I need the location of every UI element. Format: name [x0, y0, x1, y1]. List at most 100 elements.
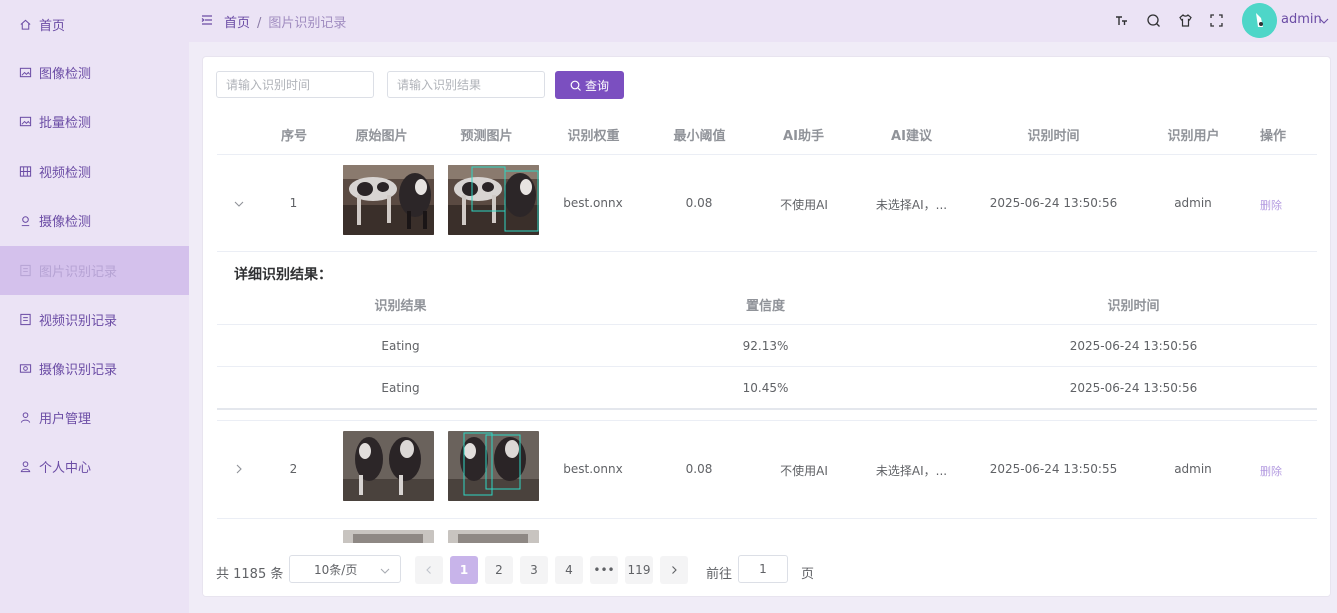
original-image-thumbnail[interactable] [343, 431, 434, 501]
detail-column-header: 识别时间 [1107, 299, 1160, 314]
sidebar-item-image-records[interactable]: 图片识别记录 [0, 246, 189, 295]
menu-toggle-icon[interactable] [201, 14, 213, 26]
row-suggestion: 未选择AI，... [875, 198, 948, 212]
detail-title: 详细识别结果： [234, 267, 332, 283]
sidebar-item-user-management[interactable]: 用户管理 [0, 393, 189, 442]
row-index: 1 [289, 196, 298, 210]
more-pages-button[interactable]: ••• [590, 556, 618, 584]
sidebar: 首页 图像检测 批量检测 视频检测 摄像检测 图片识别记录 视频识别记录 摄像识… [0, 0, 189, 613]
sidebar-item-video-records[interactable]: 视频识别记录 [0, 295, 189, 344]
row-index: 2 [289, 462, 298, 476]
sidebar-item-profile[interactable]: 个人中心 [0, 442, 189, 491]
column-header: 最小阈值 [673, 129, 726, 144]
home-icon [18, 18, 32, 32]
delete-button[interactable]: 删除 [1255, 197, 1287, 213]
next-page-button[interactable] [660, 556, 688, 584]
detail-time: 2025-06-24 13:50:56 [1069, 381, 1198, 395]
column-header: 操作 [1259, 129, 1286, 144]
chevron-right-icon[interactable] [233, 463, 245, 475]
sidebar-item-camera-records[interactable]: 摄像识别记录 [0, 344, 189, 393]
row-ai: 不使用AI [780, 464, 828, 478]
page-button[interactable]: 119 [625, 556, 653, 584]
detail-time: 2025-06-24 13:50:56 [1069, 339, 1198, 353]
row-threshold: 0.08 [685, 462, 713, 476]
predicted-image-thumbnail[interactable] [448, 530, 539, 544]
detail-column-header: 置信度 [745, 299, 785, 314]
chevron-left-icon [426, 566, 431, 574]
original-image-thumbnail[interactable] [343, 165, 434, 235]
page-button[interactable]: 1 [450, 556, 478, 584]
query-button[interactable]: 查询 [555, 71, 624, 99]
record-icon [18, 264, 32, 278]
divider [217, 366, 1317, 367]
fullscreen-icon[interactable] [1209, 13, 1224, 28]
query-button-label: 查询 [584, 78, 609, 93]
row-user: admin [1174, 196, 1212, 210]
goto-page-input[interactable]: 1 [738, 555, 788, 583]
sidebar-item-label: 图片识别记录 [39, 265, 118, 280]
page-button[interactable]: 4 [555, 556, 583, 584]
sidebar-item-label: 图像检测 [39, 67, 92, 82]
camera-icon [18, 214, 32, 228]
sidebar-item-camera-detect[interactable]: 摄像检测 [0, 196, 189, 245]
sidebar-item-home[interactable]: 首页 [0, 0, 189, 49]
goto-suffix: 页 [801, 567, 815, 582]
chevron-down-icon[interactable] [1319, 15, 1329, 25]
image-icon [18, 66, 32, 80]
detail-result: Eating [381, 339, 420, 353]
breadcrumb-separator: / [257, 16, 262, 31]
column-header: AI助手 [783, 129, 824, 144]
sidebar-item-label: 个人中心 [39, 461, 92, 476]
page-size-select[interactable]: 10条/页 [289, 555, 401, 583]
column-header: 识别用户 [1167, 129, 1220, 144]
top-header: 首页 / 图片识别记录 admin [189, 0, 1337, 42]
chevron-down-icon [380, 565, 390, 575]
goto-page-value: 1 [759, 562, 767, 576]
divider [217, 324, 1317, 325]
row-weight: best.onnx [563, 462, 623, 476]
users-icon [18, 411, 32, 425]
sidebar-item-label: 批量检测 [39, 116, 92, 131]
video-icon [18, 165, 32, 179]
sidebar-item-label: 视频识别记录 [39, 314, 118, 329]
sidebar-item-label: 视频检测 [39, 166, 92, 181]
sidebar-item-label: 首页 [39, 19, 66, 34]
sidebar-item-batch-detect[interactable]: 批量检测 [0, 97, 189, 146]
font-size-icon[interactable] [1114, 13, 1129, 28]
predicted-image-thumbnail[interactable] [448, 431, 539, 501]
row-time: 2025-06-24 13:50:55 [989, 462, 1118, 476]
breadcrumb-home[interactable]: 首页 [224, 16, 250, 31]
avatar[interactable] [1242, 3, 1277, 38]
sidebar-item-video-detect[interactable]: 视频检测 [0, 147, 189, 196]
predicted-image-thumbnail[interactable] [448, 165, 539, 235]
detail-confidence: 10.45% [742, 381, 789, 395]
search-icon[interactable] [1146, 13, 1161, 28]
sidebar-item-image-detect[interactable]: 图像检测 [0, 48, 189, 97]
column-header: AI建议 [891, 129, 932, 144]
prev-page-button[interactable] [415, 556, 443, 584]
row-threshold: 0.08 [685, 196, 713, 210]
camera-record-icon [18, 362, 32, 376]
search-result-input[interactable] [387, 71, 545, 98]
original-image-thumbnail[interactable] [343, 530, 434, 544]
column-header: 原始图片 [355, 129, 408, 144]
column-header: 预测图片 [460, 129, 513, 144]
goto-label: 前往 [706, 567, 733, 582]
column-header: 识别时间 [1027, 129, 1080, 144]
divider [217, 154, 1317, 155]
username[interactable]: admin [1281, 12, 1322, 27]
page-button[interactable]: 3 [520, 556, 548, 584]
video-record-icon [18, 313, 32, 327]
theme-icon[interactable] [1178, 13, 1193, 28]
user-icon [18, 460, 32, 474]
divider [217, 408, 1317, 410]
page-button[interactable]: 2 [485, 556, 513, 584]
breadcrumb-current: 图片识别记录 [268, 16, 347, 31]
column-header: 识别权重 [567, 129, 620, 144]
chevron-down-icon[interactable] [233, 198, 245, 210]
row-weight: best.onnx [563, 196, 623, 210]
divider [217, 420, 1317, 421]
search-time-input[interactable] [216, 71, 374, 98]
delete-button[interactable]: 删除 [1255, 463, 1287, 479]
chevron-right-icon [672, 566, 677, 574]
